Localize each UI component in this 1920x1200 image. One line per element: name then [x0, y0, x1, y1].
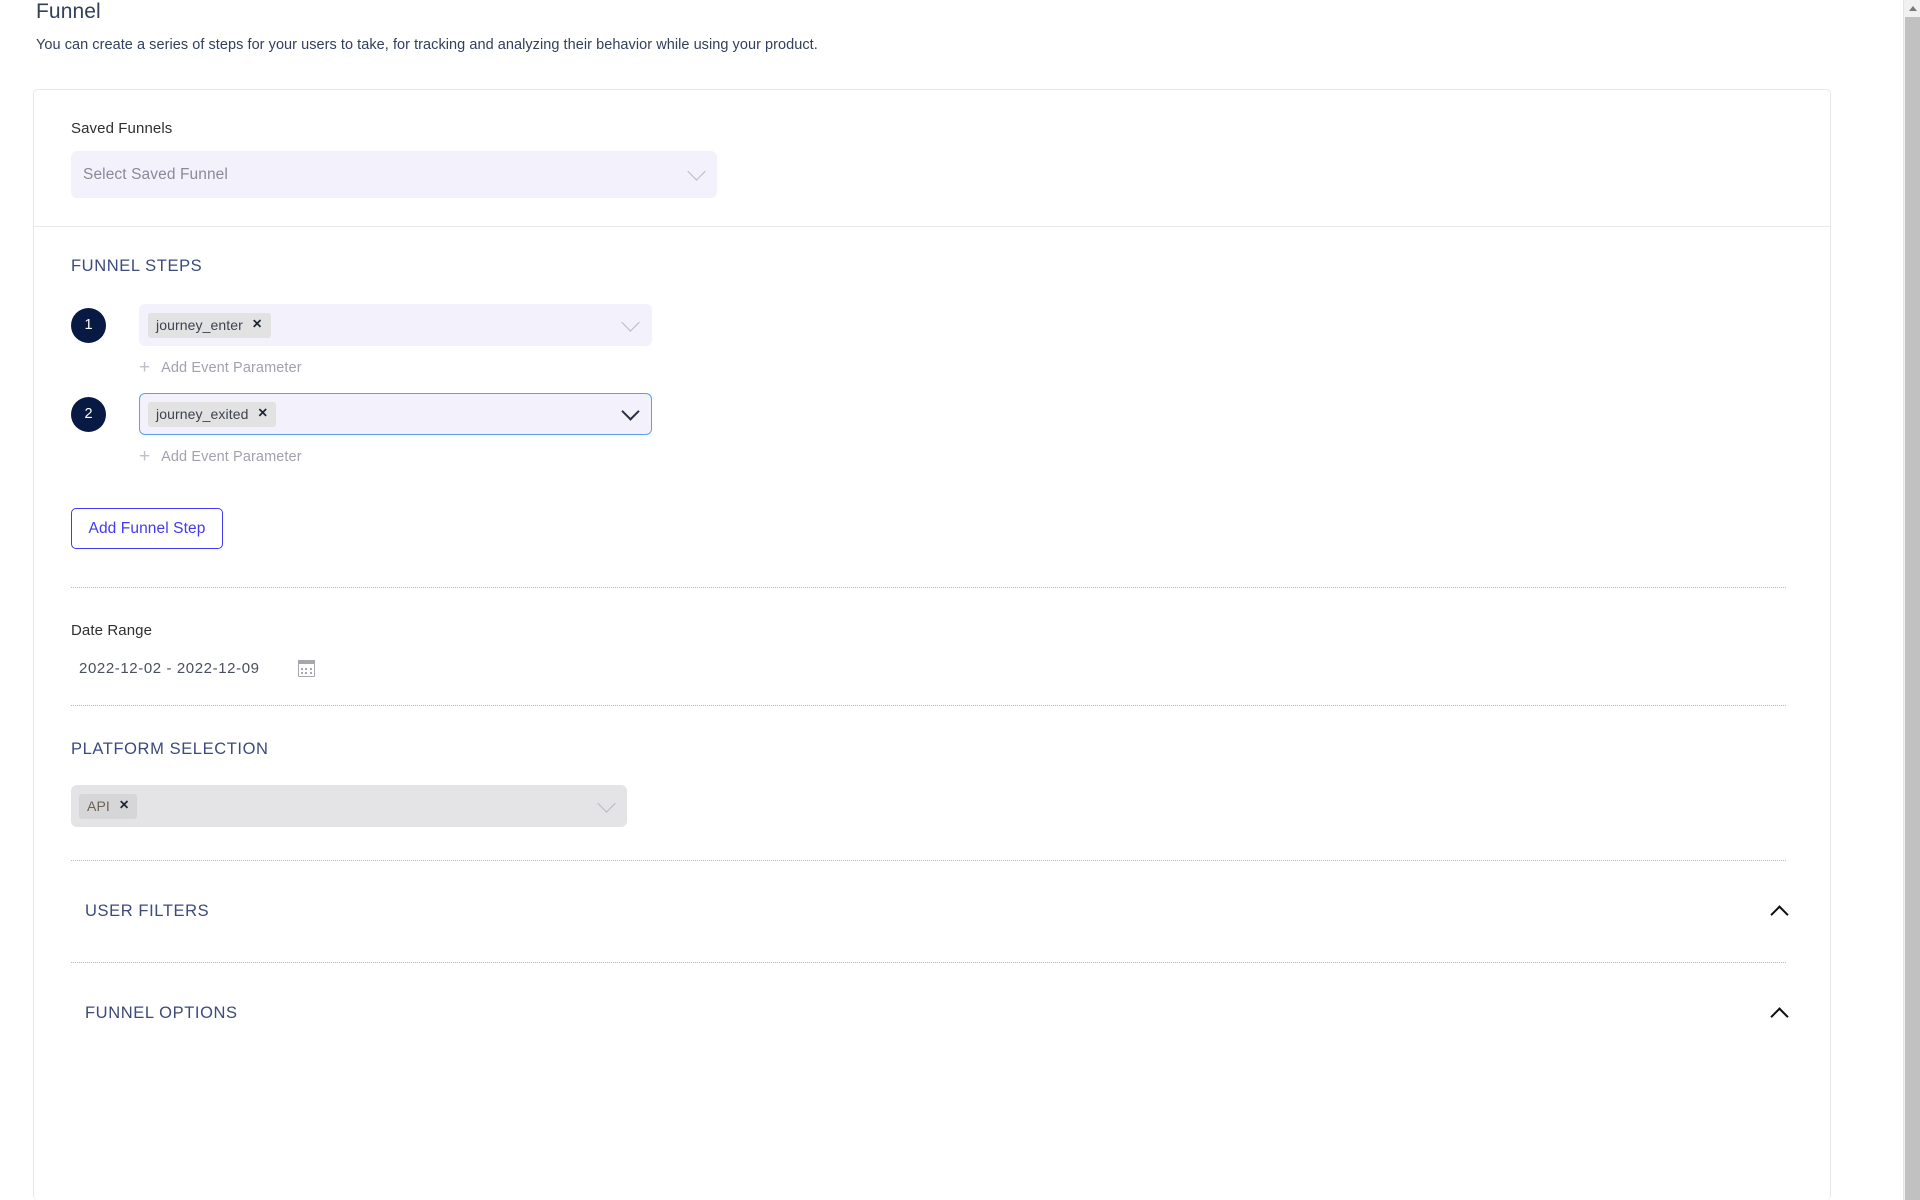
funnel-step-row: 2 journey_exited ✕ — [71, 393, 1830, 435]
add-event-parameter-label: Add Event Parameter — [161, 359, 302, 376]
chevron-up-icon[interactable] — [1770, 904, 1789, 924]
event-tag: journey_exited ✕ — [148, 401, 277, 427]
chevron-down-icon — [597, 793, 616, 813]
saved-funnel-placeholder: Select Saved Funnel — [83, 165, 228, 183]
user-filters-heading: USER FILTERS — [85, 902, 210, 920]
date-range-value: 2022-12-02 - 2022-12-09 — [79, 660, 260, 677]
platform-selection-section: PLATFORM SELECTION API ✕ — [34, 706, 1830, 827]
scroll-up-arrow-icon[interactable] — [1904, 0, 1920, 17]
section-divider — [71, 962, 1786, 963]
scrollbar-thumb[interactable] — [1905, 17, 1920, 1200]
page-header: Funnel You can create a series of steps … — [36, 0, 818, 53]
funnel-step-number-badge: 1 — [71, 307, 106, 343]
funnel-options-header[interactable]: FUNNEL OPTIONS — [34, 1004, 1830, 1026]
page-subtitle: You can create a series of steps for you… — [36, 37, 818, 53]
user-filters-header[interactable]: USER FILTERS — [34, 902, 1830, 924]
funnel-steps-list: 1 journey_enter ✕ + Add Event Parameter — [71, 304, 1830, 466]
event-tag-remove-icon[interactable]: ✕ — [257, 407, 268, 420]
funnel-steps-heading: FUNNEL STEPS — [71, 257, 203, 275]
event-tag-remove-icon[interactable]: ✕ — [252, 318, 263, 331]
funnel-steps-section: FUNNEL STEPS 1 journey_enter ✕ + Add Eve… — [34, 227, 1830, 466]
add-funnel-step-button[interactable]: Add Funnel Step — [71, 508, 223, 549]
date-range-picker[interactable]: 2022-12-02 - 2022-12-09 — [71, 660, 315, 677]
funnel-step-row: 1 journey_enter ✕ — [71, 304, 1830, 346]
platform-tag: API ✕ — [79, 793, 138, 819]
platform-tag-label: API — [87, 797, 110, 814]
chevron-down-icon — [621, 401, 640, 421]
saved-funnel-select[interactable]: Select Saved Funnel — [71, 151, 717, 198]
saved-funnels-label: Saved Funnels — [71, 120, 173, 137]
chevron-down-icon — [687, 162, 706, 181]
event-tag-label: journey_exited — [156, 405, 249, 422]
plus-icon: + — [139, 446, 151, 467]
funnel-options-heading: FUNNEL OPTIONS — [85, 1004, 238, 1022]
section-divider — [71, 860, 1786, 861]
date-range-label: Date Range — [71, 622, 153, 639]
chevron-down-icon — [621, 312, 640, 332]
page-title: Funnel — [36, 0, 101, 23]
calendar-icon[interactable] — [297, 660, 315, 677]
platform-tag-remove-icon[interactable]: ✕ — [119, 799, 130, 812]
funnel-config-card: Saved Funnels Select Saved Funnel FUNNEL… — [33, 89, 1831, 1200]
funnel-page: Funnel You can create a series of steps … — [0, 0, 1903, 1200]
event-tag-label: journey_enter — [156, 316, 243, 333]
date-range-section: Date Range 2022-12-02 - 2022-12-09 — [34, 588, 1830, 677]
funnel-step-event-select[interactable]: journey_exited ✕ — [139, 393, 652, 435]
event-tag: journey_enter ✕ — [148, 312, 271, 338]
add-event-parameter-button[interactable]: + Add Event Parameter — [139, 358, 302, 377]
funnel-step-event-select[interactable]: journey_enter ✕ — [139, 304, 652, 346]
plus-icon: + — [139, 357, 151, 378]
platform-select[interactable]: API ✕ — [71, 785, 627, 827]
add-event-parameter-button[interactable]: + Add Event Parameter — [139, 447, 302, 466]
chevron-up-icon[interactable] — [1770, 1006, 1789, 1026]
saved-funnels-section: Saved Funnels Select Saved Funnel — [34, 90, 1830, 227]
vertical-scrollbar[interactable] — [1903, 0, 1920, 1200]
add-event-parameter-label: Add Event Parameter — [161, 448, 302, 465]
funnel-step-number-badge: 2 — [71, 396, 106, 432]
platform-selection-heading: PLATFORM SELECTION — [71, 740, 269, 758]
